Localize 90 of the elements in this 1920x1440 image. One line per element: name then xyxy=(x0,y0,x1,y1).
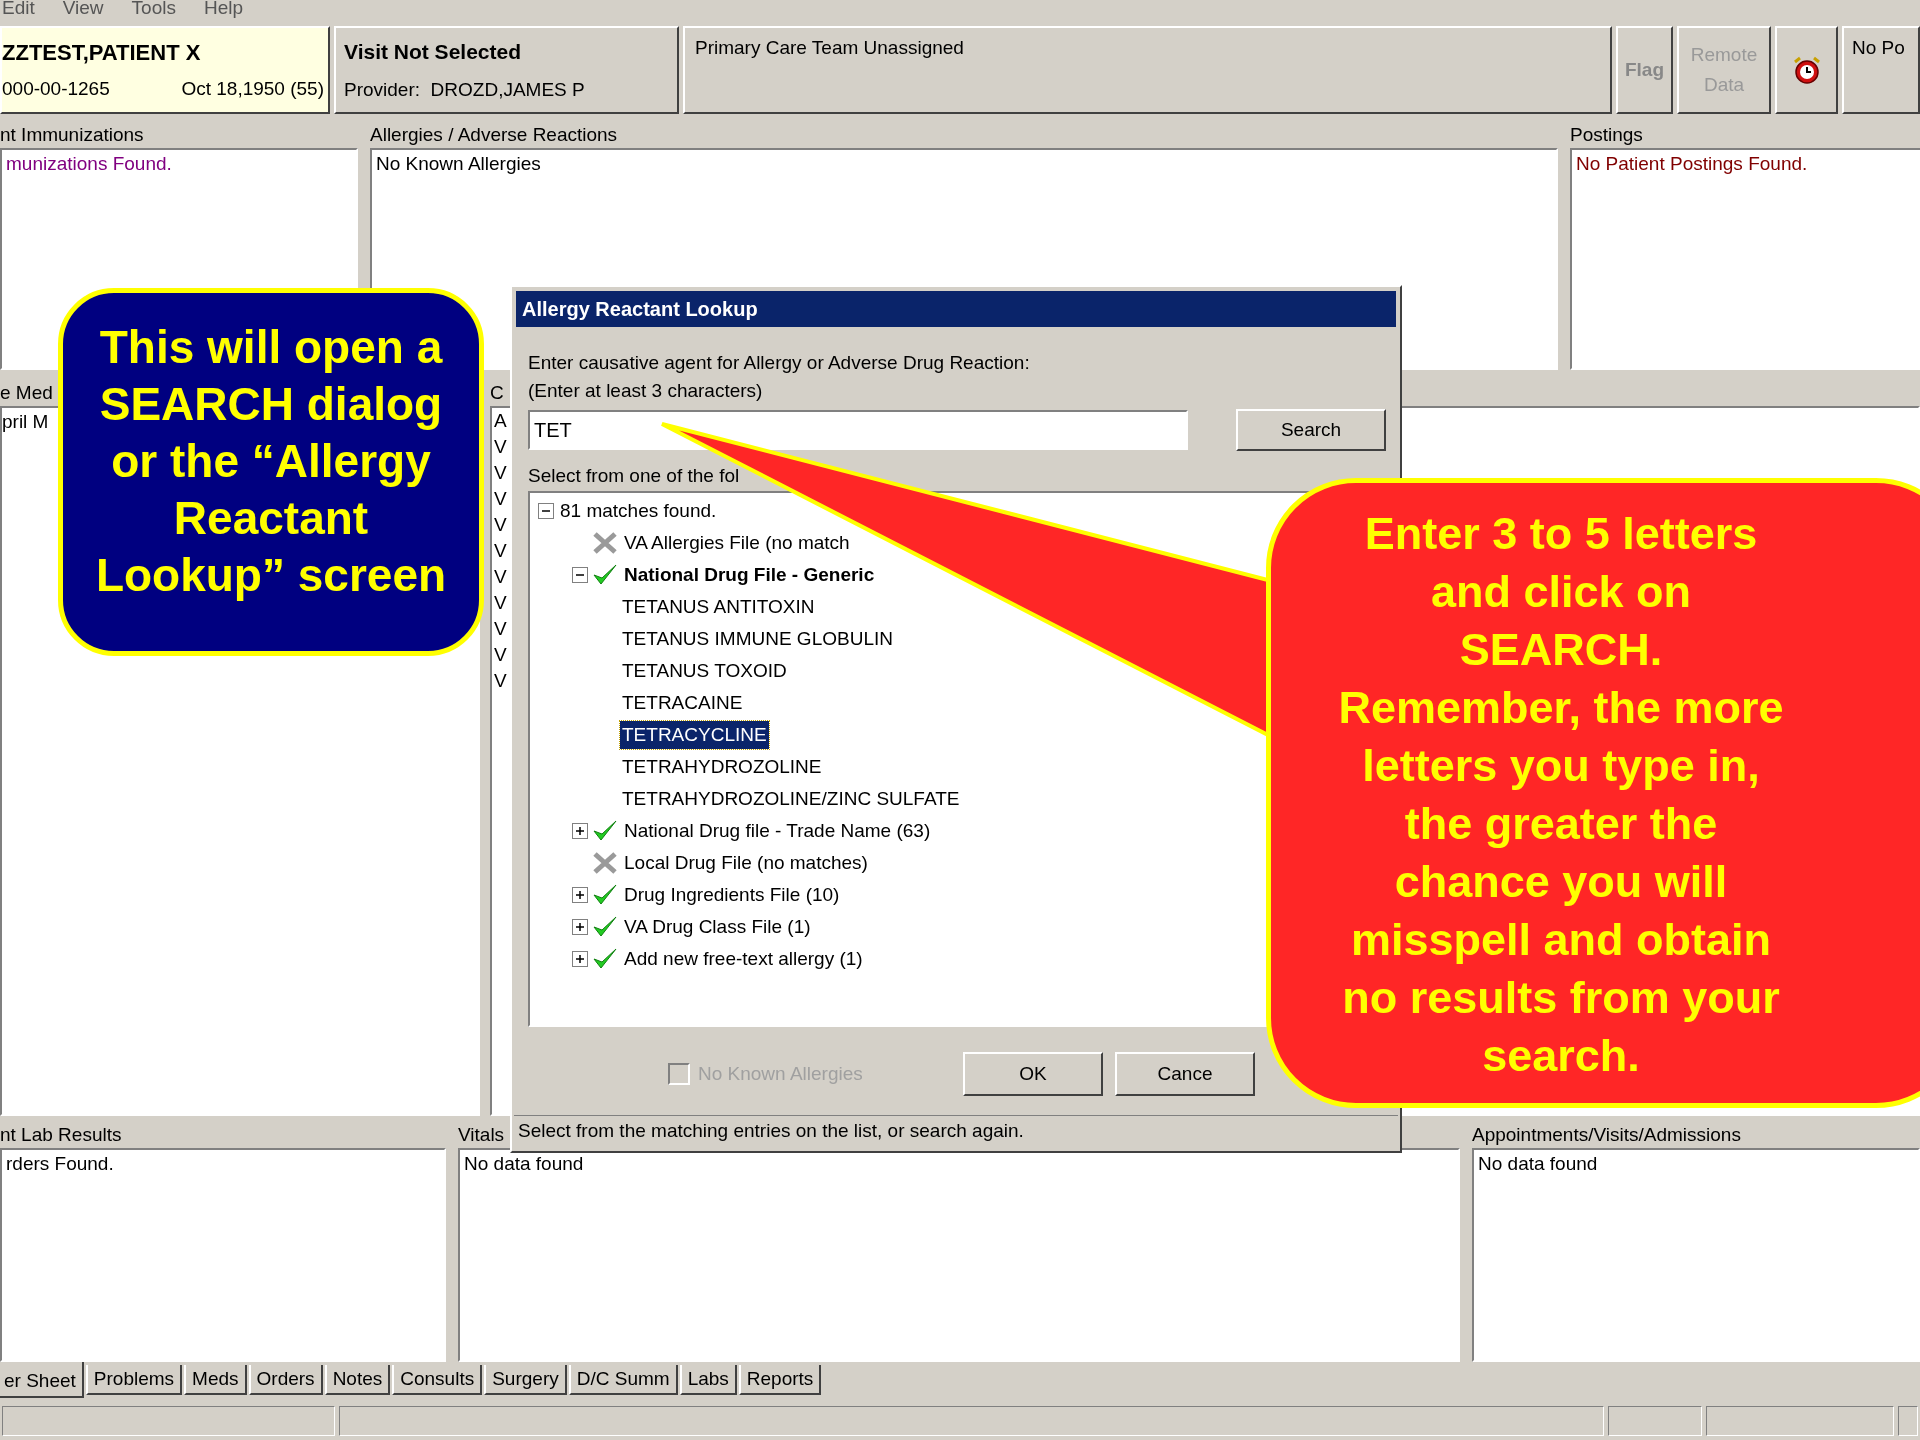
tree-item[interactable]: TETANUS ANTITOXIN xyxy=(620,592,817,622)
list-label: Select from one of the fol xyxy=(528,464,741,488)
tree-item[interactable]: National Drug file - Trade Name (63) xyxy=(622,816,933,846)
alarm-clock-button[interactable] xyxy=(1775,26,1838,114)
expand-icon[interactable] xyxy=(572,823,588,839)
table-cell-text: A xyxy=(494,409,508,433)
tree-item[interactable]: TETRAHYDROZOLINE/ZINC SULFATE xyxy=(620,784,962,814)
tab[interactable]: er Sheet xyxy=(0,1362,84,1398)
tab[interactable]: Orders xyxy=(248,1365,323,1395)
table-cell-text: V xyxy=(494,539,508,563)
tab[interactable]: Meds xyxy=(184,1365,247,1395)
patient-id: 000-00-1265 xyxy=(2,77,110,102)
status-bar-segment xyxy=(1898,1406,1918,1436)
checkmark-icon xyxy=(592,883,618,907)
search-button[interactable]: Search xyxy=(1236,409,1386,451)
table-cell-text: V xyxy=(494,591,508,615)
care-team-text: Primary Care Team Unassigned xyxy=(695,37,964,58)
expand-icon[interactable] xyxy=(572,951,588,967)
cross-icon xyxy=(592,531,618,555)
menu-item[interactable]: Tools xyxy=(131,0,176,23)
tab[interactable]: Notes xyxy=(324,1365,391,1395)
panel-title: Appointments/Visits/Admissions xyxy=(1472,1123,1741,1147)
ok-button[interactable]: OK xyxy=(963,1052,1103,1096)
panel-title: nt Immunizations xyxy=(0,123,144,147)
panel-text: rders Found. xyxy=(6,1153,114,1174)
patient-panel[interactable]: ZZTEST,PATIENT X 000-00-1265 Oct 18,1950 (55) xyxy=(0,26,330,114)
panel-text: No Patient Postings Found. xyxy=(1576,153,1808,174)
table-cell-text: V xyxy=(494,565,508,589)
tab[interactable]: Consults xyxy=(392,1365,483,1395)
tree-item[interactable]: Local Drug File (no matches) xyxy=(622,848,870,878)
tree-item[interactable]: TETRACAINE xyxy=(620,688,745,718)
table-cell-text: V xyxy=(494,435,508,459)
dialog-title: Allergy Reactant Lookup xyxy=(522,297,758,322)
tree-item[interactable]: Add new free-text allergy (1) xyxy=(622,944,865,974)
tree-item[interactable]: VA Allergies File (no match xyxy=(622,528,852,558)
menu-item[interactable]: View xyxy=(62,0,104,23)
checkmark-icon xyxy=(592,819,618,843)
table-cell-text: V xyxy=(494,669,508,693)
visit-status: Visit Not Selected xyxy=(344,39,522,65)
tab[interactable]: Surgery xyxy=(484,1365,567,1395)
panel-text: No data found xyxy=(1478,1153,1598,1174)
expand-icon[interactable] xyxy=(572,887,588,903)
care-team-panel[interactable]: Primary Care Team Unassigned xyxy=(683,26,1612,114)
tree-item[interactable]: 81 matches found. xyxy=(558,496,719,526)
postings-button[interactable]: No Po xyxy=(1842,26,1920,114)
prompt-text: Enter causative agent for Allergy or Adverse Drug Reaction: (Enter at least 3 characters) xyxy=(528,351,1031,403)
panel-title: e Med xyxy=(0,381,53,405)
panel-title: nt Lab Results xyxy=(0,1123,122,1147)
tree-item[interactable]: TETANUS TOXOID xyxy=(620,656,789,686)
tree-item[interactable]: TETRACYCLINE xyxy=(620,720,769,750)
collapse-icon[interactable] xyxy=(538,503,554,519)
tree-item[interactable]: Drug Ingredients File (10) xyxy=(622,880,842,910)
expand-icon[interactable] xyxy=(572,919,588,935)
checkmark-icon xyxy=(592,947,618,971)
patient-name: ZZTEST,PATIENT X xyxy=(2,39,202,68)
table-cell-text: V xyxy=(494,461,508,485)
collapse-icon[interactable] xyxy=(572,567,588,583)
tab[interactable]: Reports xyxy=(738,1365,822,1395)
menu-item[interactable]: Help xyxy=(203,0,244,23)
tab[interactable]: Problems xyxy=(85,1365,183,1395)
tree-item[interactable]: TETRAHYDROZOLINE xyxy=(620,752,824,782)
tab[interactable]: D/C Summ xyxy=(568,1365,678,1395)
panel-text: No data found xyxy=(464,1153,584,1174)
tab[interactable]: Labs xyxy=(679,1365,737,1395)
callout-text: This will open a SEARCH dialog or the “Allergy Reactant Lookup” screen xyxy=(95,320,447,603)
table-cell-text: V xyxy=(494,487,508,511)
tree-item[interactable]: TETANUS IMMUNE GLOBULIN xyxy=(620,624,895,654)
tree-item[interactable]: National Drug File - Generic xyxy=(622,560,877,590)
visit-panel[interactable]: Visit Not Selected Provider: DROZD,JAMES P xyxy=(334,26,679,114)
cross-icon xyxy=(592,851,618,875)
search-field[interactable]: TET xyxy=(528,410,1188,450)
panel-text: munizations Found. xyxy=(6,153,172,174)
checkmark-icon xyxy=(592,915,618,939)
callout-text: Enter 3 to 5 letters and click on SEARCH. Remember, the more letters you type in, the greater the chance you will misspell and obtain no results from your search. xyxy=(1338,507,1784,1083)
panel-text: pril M xyxy=(2,411,49,432)
table-cell-text: V xyxy=(494,513,508,537)
panel-title: Allergies / Adverse Reactions xyxy=(370,123,618,147)
tree-item[interactable]: VA Drug Class File (1) xyxy=(622,912,813,942)
panel-text: No Known Allergies xyxy=(376,153,541,174)
status-text: Select from the matching entries on the list, or search again. xyxy=(518,1119,1024,1144)
table-cell-text: V xyxy=(494,643,508,667)
patient-dob: Oct 18,1950 (55) xyxy=(181,77,324,102)
checkmark-icon xyxy=(592,563,618,587)
panel-title: Vitals xyxy=(458,1123,505,1147)
panel-title: Postings xyxy=(1570,123,1643,147)
cancel-button[interactable]: Cance xyxy=(1115,1052,1255,1096)
table-cell-text: V xyxy=(494,617,508,641)
column-header: C xyxy=(490,381,505,405)
menu-item[interactable]: Edit xyxy=(2,0,35,23)
provider-text: Provider: DROZD,JAMES P xyxy=(344,77,586,102)
